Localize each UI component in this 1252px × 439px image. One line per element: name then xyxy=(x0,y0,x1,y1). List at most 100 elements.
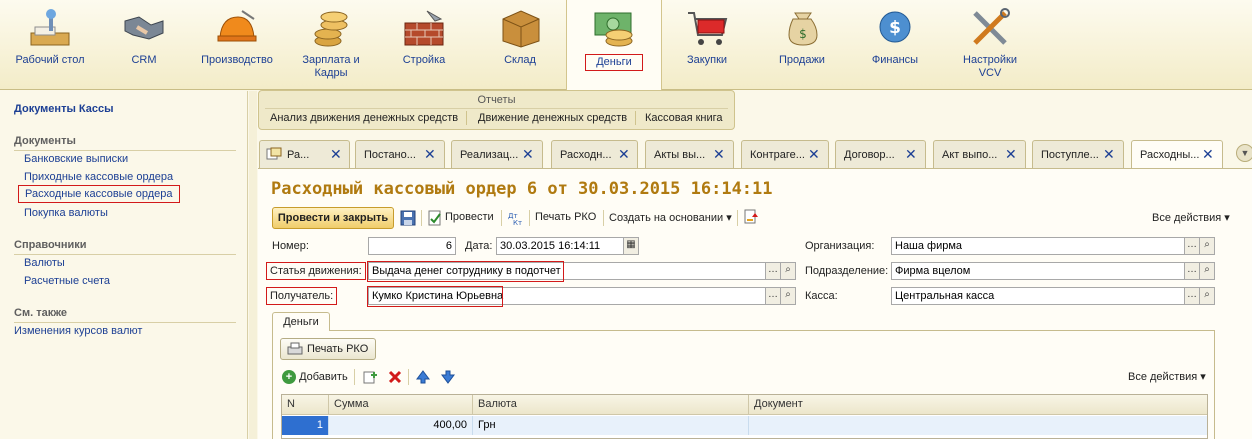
magnifier-icon[interactable]: ⌕ xyxy=(780,262,796,280)
section-purchases[interactable]: Закупки xyxy=(676,0,738,90)
separator xyxy=(529,210,530,226)
tab-money[interactable]: Деньги xyxy=(272,312,330,331)
magnifier-icon[interactable]: ⌕ xyxy=(1199,287,1215,305)
cell-n[interactable]: 1 xyxy=(282,416,329,435)
move-up-icon[interactable] xyxy=(415,369,431,385)
add-button[interactable]: + Добавить xyxy=(282,370,348,384)
tab-window[interactable]: Поступле... ✕ xyxy=(1032,140,1124,168)
tab-window[interactable]: Контраге... ✕ xyxy=(741,140,829,168)
section-money[interactable]: Деньги xyxy=(566,0,662,91)
panel-splitter[interactable] xyxy=(249,91,257,439)
chevron-down-icon: ▾ xyxy=(726,212,732,224)
save-icon[interactable] xyxy=(400,210,416,226)
nav-exchange-rate-changes[interactable]: Изменения курсов валют xyxy=(14,325,142,337)
column-header-n[interactable]: N xyxy=(282,395,329,415)
all-actions-menu-2[interactable]: Все действия ▾ xyxy=(1128,370,1206,383)
section-sales[interactable]: $ Продажи xyxy=(770,0,834,90)
column-header-document[interactable]: Документ xyxy=(749,395,1207,415)
tab-window[interactable]: Договор... ✕ xyxy=(835,140,926,168)
page-title: Расходный кассовый ордер 6 от 30.03.2015… xyxy=(271,179,773,199)
column-header-currency[interactable]: Валюта xyxy=(473,395,749,415)
copy-row-icon[interactable] xyxy=(362,369,378,385)
tab-window[interactable]: Акты вы... ✕ xyxy=(645,140,734,168)
tab-window-active[interactable]: Расходны... ✕ xyxy=(1131,140,1223,170)
recipient-field[interactable]: Кумко Кристина Юрьевна xyxy=(368,287,766,305)
separator xyxy=(501,210,502,226)
ellipsis-icon[interactable]: … xyxy=(1184,287,1200,305)
article-field[interactable]: Выдача денег сотруднику в подотчет xyxy=(368,262,766,280)
tools-icon xyxy=(973,8,1010,45)
report-cash-flow[interactable]: Движение денежных средств xyxy=(478,112,627,124)
structure-icon[interactable] xyxy=(743,209,759,225)
ellipsis-icon[interactable]: … xyxy=(765,262,781,280)
close-icon[interactable]: ✕ xyxy=(522,147,534,161)
create-based-on-label: Создать на основании xyxy=(609,212,724,224)
section-salary[interactable]: Зарплата и Кадры xyxy=(296,0,366,90)
ellipsis-icon[interactable]: … xyxy=(765,287,781,305)
section-label: Рабочий стол xyxy=(15,54,85,66)
calendar-icon[interactable]: ▦ xyxy=(623,237,639,255)
magnifier-icon[interactable]: ⌕ xyxy=(1199,237,1215,255)
section-crm[interactable]: CRM xyxy=(106,0,182,90)
division-field[interactable]: Фирма вцелом xyxy=(891,262,1185,280)
magnifier-icon[interactable]: ⌕ xyxy=(1199,262,1215,280)
magnifier-icon[interactable]: ⌕ xyxy=(780,287,796,305)
tab-window[interactable]: Расходн... ✕ xyxy=(551,140,638,168)
section-label: Продажи xyxy=(779,54,825,66)
nav-bank-accounts[interactable]: Расчетные счета xyxy=(24,275,110,287)
ellipsis-icon[interactable]: … xyxy=(1184,237,1200,255)
close-icon[interactable]: ✕ xyxy=(618,147,630,161)
tab-label: Ра... xyxy=(287,149,310,161)
nav-currencies[interactable]: Валюты xyxy=(24,257,65,269)
move-down-icon[interactable] xyxy=(440,369,456,385)
close-icon[interactable]: ✕ xyxy=(1103,147,1115,161)
delete-icon[interactable] xyxy=(387,369,403,385)
hardhat-icon xyxy=(217,10,257,42)
print-rko-button-2[interactable]: Печать РКО xyxy=(280,338,376,360)
date-field[interactable]: 30.03.2015 16:14:11 xyxy=(496,237,624,255)
nav-bank-statements[interactable]: Банковские выписки xyxy=(24,153,128,165)
tab-window[interactable]: Реализац... ✕ xyxy=(451,140,543,168)
post-button[interactable]: Провести xyxy=(445,211,494,223)
close-icon[interactable]: ✕ xyxy=(330,147,342,161)
tabs-menu-icon[interactable]: ▼ xyxy=(1236,144,1252,162)
close-icon[interactable]: ✕ xyxy=(1202,147,1214,161)
report-cash-book[interactable]: Кассовая книга xyxy=(645,112,723,124)
cashbox-field[interactable]: Центральная касса xyxy=(891,287,1185,305)
tab-window[interactable]: Акт выпо... ✕ xyxy=(933,140,1026,168)
ellipsis-icon[interactable]: … xyxy=(1184,262,1200,280)
nav-incoming-cash-orders[interactable]: Приходные кассовые ордера xyxy=(24,171,173,183)
close-icon[interactable]: ✕ xyxy=(424,147,436,161)
print-rko-button[interactable]: Печать РКО xyxy=(535,211,596,223)
nav-currency-purchase[interactable]: Покупка валюты xyxy=(24,207,108,219)
close-icon[interactable]: ✕ xyxy=(1005,147,1017,161)
section-finance[interactable]: $ Финансы xyxy=(864,0,926,90)
cell-sum[interactable]: 400,00 xyxy=(329,416,473,435)
post-and-close-button[interactable]: Провести и закрыть xyxy=(272,207,394,229)
close-icon[interactable]: ✕ xyxy=(713,147,725,161)
section-warehouse[interactable]: Склад xyxy=(490,0,550,90)
section-label: Деньги xyxy=(585,54,643,71)
section-desktop[interactable]: Рабочий стол xyxy=(14,0,86,90)
tab-window[interactable]: Ра... ✕ xyxy=(259,140,350,168)
organization-field[interactable]: Наша фирма xyxy=(891,237,1185,255)
section-production[interactable]: Производство xyxy=(197,0,277,90)
group-documents-title: Документы xyxy=(14,135,236,151)
movements-icon[interactable]: ДтКт xyxy=(507,210,523,226)
report-cash-flow-analysis[interactable]: Анализ движения денежных средств xyxy=(270,112,458,124)
close-icon[interactable]: ✕ xyxy=(808,147,820,161)
nav-outgoing-cash-orders[interactable]: Расходные кассовые ордера xyxy=(18,185,180,203)
svg-text:$: $ xyxy=(799,27,807,41)
section-construction[interactable]: Стройка xyxy=(393,0,455,90)
cell-currency[interactable]: Грн xyxy=(473,416,749,435)
create-based-on-button[interactable]: Создать на основании ▾ xyxy=(609,211,732,224)
cart-icon xyxy=(688,12,728,45)
cell-document[interactable] xyxy=(749,416,1207,435)
column-header-sum[interactable]: Сумма xyxy=(329,395,473,415)
tab-window[interactable]: Постано... ✕ xyxy=(355,140,445,168)
close-icon[interactable]: ✕ xyxy=(905,147,917,161)
desktop-icon xyxy=(30,9,70,46)
section-settings-vcv[interactable]: Настройки VCV xyxy=(954,0,1026,90)
all-actions-menu[interactable]: Все действия ▾ xyxy=(1152,211,1230,224)
number-field[interactable]: 6 xyxy=(368,237,456,255)
